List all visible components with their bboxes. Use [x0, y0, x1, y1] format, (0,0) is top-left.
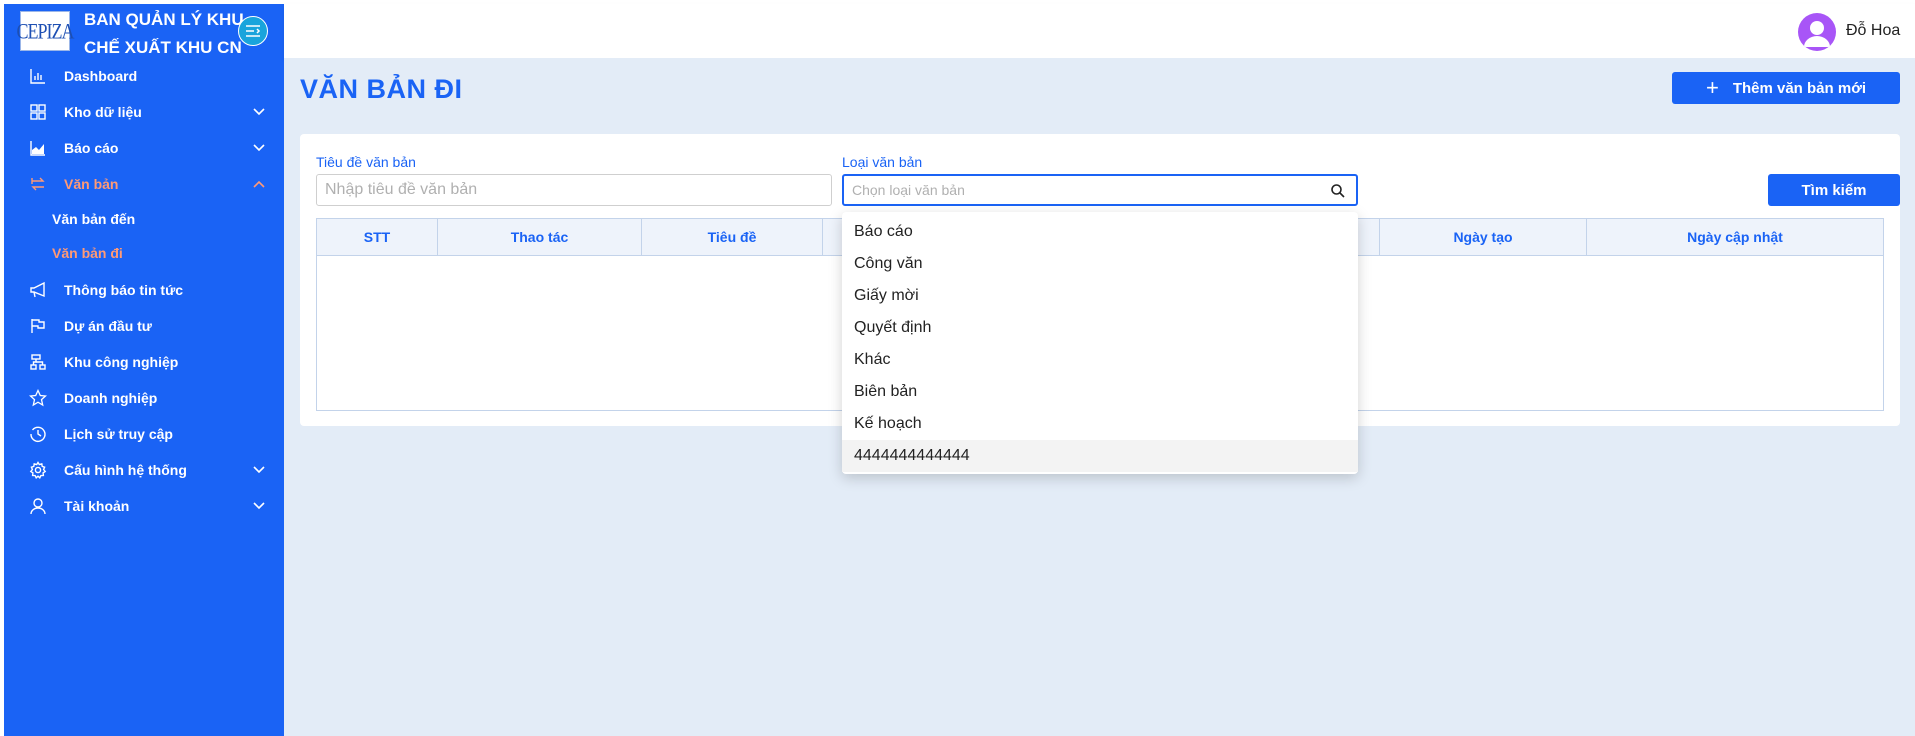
column-header-tieu-de[interactable]: Tiêu đề	[642, 219, 823, 255]
dropdown-option-giay-moi[interactable]: Giấy mời	[842, 280, 1358, 312]
logo-text: CEPIZA	[16, 17, 75, 43]
chart-icon	[28, 66, 48, 86]
user-icon	[28, 496, 48, 516]
network-icon	[28, 352, 48, 372]
user-avatar-icon	[1804, 21, 1830, 47]
sidebar-item-label: Dashboard	[64, 68, 138, 84]
type-select-placeholder: Chọn loại văn bản	[852, 182, 965, 198]
dropdown-option-khac[interactable]: Khác	[842, 344, 1358, 376]
flag-icon	[28, 316, 48, 336]
plus-icon: +	[1705, 75, 1719, 100]
megaphone-icon	[28, 280, 48, 300]
add-document-button[interactable]: + Thêm văn bản mới	[1672, 72, 1900, 104]
sidebar-subitem-label: Văn bản đến	[52, 211, 136, 227]
menu-collapse-icon	[246, 25, 261, 37]
chevron-down-icon	[252, 463, 266, 477]
sidebar-item-khu-cong-nghiep[interactable]: Khu công nghiệp	[4, 344, 284, 380]
logo: CEPIZA	[17, 11, 75, 51]
sidebar-item-thong-bao-tin-tuc[interactable]: Thông báo tin tức	[4, 272, 284, 308]
dropdown-option-4444444444444[interactable]: 4444444444444	[842, 440, 1358, 472]
sidebar-item-dashboard[interactable]: Dashboard	[4, 58, 284, 94]
sidebar-item-label: Văn bản	[64, 176, 119, 192]
history-icon	[28, 424, 48, 444]
dropdown-option-cong-van[interactable]: Công văn	[842, 248, 1358, 280]
column-header-ngay-tao[interactable]: Ngày tạo	[1380, 219, 1587, 255]
username[interactable]: Đỗ Hoa	[1846, 22, 1900, 40]
title-input-placeholder: Nhập tiêu đề văn bản	[325, 181, 478, 198]
chevron-down-icon	[252, 499, 266, 513]
sidebar-item-label: Doanh nghiệp	[64, 390, 158, 406]
avatar[interactable]	[1798, 13, 1836, 51]
column-header-ngay-cap-nhat[interactable]: Ngày cập nhật	[1587, 219, 1883, 255]
add-document-label: Thêm văn bản mới	[1732, 79, 1867, 97]
sidebar-item-label: Dự án đầu tư	[64, 318, 152, 334]
topbar: Đỗ Hoa	[284, 4, 1915, 58]
chevron-down-icon	[252, 141, 266, 155]
sidebar-item-van-ban[interactable]: Văn bản	[4, 166, 284, 202]
sidebar-item-label: Khu công nghiệp	[64, 354, 179, 370]
search-icon	[1330, 183, 1346, 199]
sidebar-subitem-label: Văn bản đi	[52, 245, 123, 261]
brand: CEPIZA BAN QUẢN LÝ KHU CHẾ XUẤT KHU CN	[4, 4, 284, 58]
chevron-up-icon	[252, 177, 266, 191]
page-title: VĂN BẢN ĐI	[300, 74, 463, 104]
sidebar-item-kho-du-lieu[interactable]: Kho dữ liệu	[4, 94, 284, 130]
search-button[interactable]: Tìm kiếm	[1768, 174, 1900, 206]
sidebar-item-label: Tài khoản	[64, 498, 130, 514]
sidebar-item-label: Cấu hình hệ thống	[64, 462, 187, 478]
dropdown-option-quyet-dinh[interactable]: Quyết định	[842, 312, 1358, 344]
sidebar-nav: Dashboard Kho dữ liệu Báo cáo Văn bản Vă…	[4, 58, 284, 524]
sidebar-item-cau-hinh-he-thong[interactable]: Cấu hình hệ thống	[4, 452, 284, 488]
sidebar-item-doanh-nghiep[interactable]: Doanh nghiệp	[4, 380, 284, 416]
sidebar-item-lich-su-truy-cap[interactable]: Lịch sử truy cập	[4, 416, 284, 452]
sidebar-item-bao-cao[interactable]: Báo cáo	[4, 130, 284, 166]
title-input[interactable]: Nhập tiêu đề văn bản	[316, 174, 832, 206]
gear-icon	[28, 460, 48, 480]
sidebar: CEPIZA BAN QUẢN LÝ KHU CHẾ XUẤT KHU CN D…	[4, 4, 284, 736]
sidebar-item-label: Kho dữ liệu	[64, 104, 142, 120]
column-header-thao-tac[interactable]: Thao tác	[438, 219, 642, 255]
sidebar-item-du-an-dau-tu[interactable]: Dự án đầu tư	[4, 308, 284, 344]
dropdown-option-bao-cao[interactable]: Báo cáo	[842, 216, 1358, 248]
grid-icon	[28, 102, 48, 122]
dropdown-option-bien-ban[interactable]: Biên bản	[842, 376, 1358, 408]
star-icon	[28, 388, 48, 408]
sidebar-item-tai-khoan[interactable]: Tài khoản	[4, 488, 284, 524]
area-chart-icon	[28, 138, 48, 158]
title-field-label: Tiêu đề văn bản	[316, 154, 416, 170]
sidebar-subitem-van-ban-di[interactable]: Văn bản đi	[4, 236, 284, 270]
type-dropdown-menu: Báo cáo Công văn Giấy mời Quyết định Khá…	[842, 212, 1358, 474]
dropdown-option-ke-hoach[interactable]: Kế hoạch	[842, 408, 1358, 440]
type-field-label: Loại văn bản	[842, 154, 923, 170]
brand-title-line1: BAN QUẢN LÝ KHU	[84, 10, 244, 29]
sidebar-item-label: Thông báo tin tức	[64, 282, 184, 298]
sidebar-item-label: Lịch sử truy cập	[64, 426, 173, 442]
brand-title: BAN QUẢN LÝ KHU CHẾ XUẤT KHU CN	[84, 6, 254, 62]
sidebar-collapse-button[interactable]	[238, 16, 268, 46]
chevron-down-icon	[252, 105, 266, 119]
sidebar-item-label: Báo cáo	[64, 140, 119, 156]
column-header-stt[interactable]: STT	[317, 219, 438, 255]
type-select[interactable]: Chọn loại văn bản	[842, 174, 1358, 206]
sidebar-subitem-van-ban-den[interactable]: Văn bản đến	[4, 202, 284, 236]
document-transfer-icon	[28, 174, 48, 194]
